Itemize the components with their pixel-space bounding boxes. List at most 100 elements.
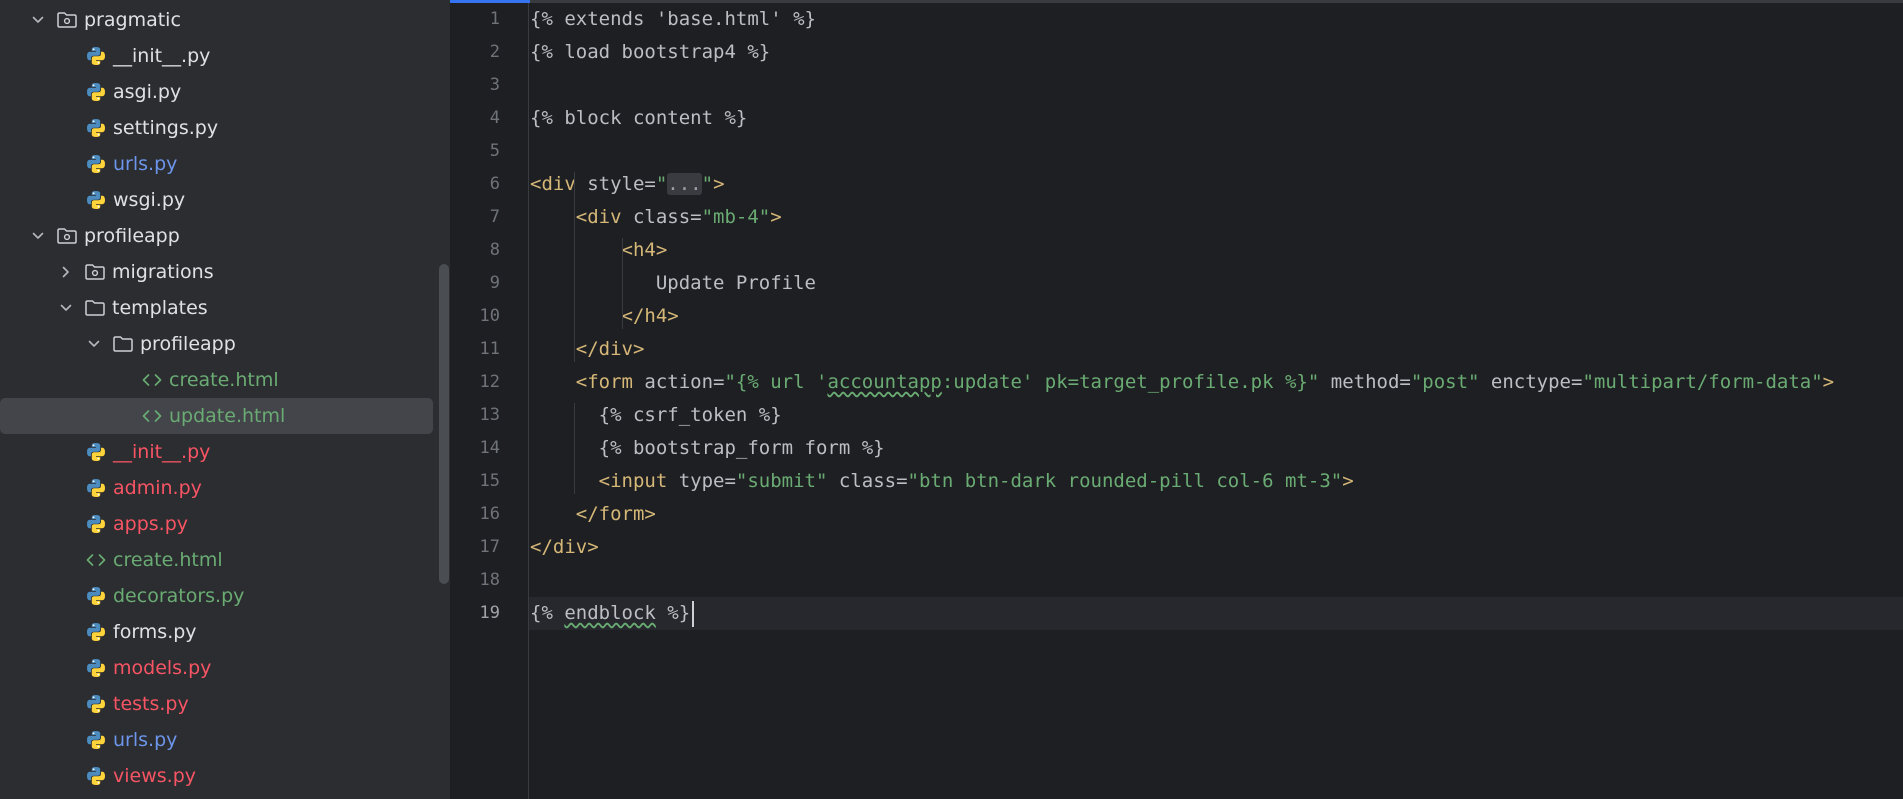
line-number: 18 xyxy=(479,570,500,590)
chevron-down-icon[interactable] xyxy=(28,226,48,246)
code-token: "multipart/form-data" xyxy=(1582,371,1823,393)
tree-item[interactable]: urls.py xyxy=(0,722,438,758)
tree-item-label: urls.py xyxy=(113,153,178,175)
line-number: 1 xyxy=(489,9,500,29)
chevron-down-icon[interactable] xyxy=(84,334,104,354)
chevron-down-icon[interactable] xyxy=(56,298,76,318)
line-number: 12 xyxy=(479,372,500,392)
tree-item-label: models.py xyxy=(113,657,212,679)
tree-item[interactable]: profileapp xyxy=(0,326,438,362)
code-token: </div> xyxy=(530,536,599,558)
code-line[interactable]: Update Profile xyxy=(530,267,816,300)
code-line[interactable]: <div style="..."> xyxy=(530,168,725,201)
gutter-divider xyxy=(528,0,529,799)
tree-item[interactable]: create.html xyxy=(0,542,438,578)
code-token: > xyxy=(770,206,782,228)
tree-item-label: create.html xyxy=(113,549,223,571)
code-token: <input xyxy=(598,470,668,492)
python-file-icon xyxy=(84,116,108,140)
project-tree-panel[interactable]: pragmatic __init__.py asgi.py settings.py ur… xyxy=(0,0,450,799)
tree-item-label: views.py xyxy=(113,765,196,787)
python-file-icon xyxy=(84,728,108,752)
code-token: "btn btn-dark rounded-pill col-6 mt-3" xyxy=(907,470,1343,492)
tree-item-label: profileapp xyxy=(84,225,180,247)
code-line[interactable]: {% load bootstrap4 %} xyxy=(530,36,770,69)
line-number: 19 xyxy=(479,603,500,623)
code-token: class= xyxy=(621,206,702,228)
code-token: <h4> xyxy=(621,239,668,261)
tree-item[interactable]: admin.py xyxy=(0,470,438,506)
tree-item[interactable]: __init__.py xyxy=(0,434,438,470)
tree-item-label: migrations xyxy=(112,261,214,283)
tree-item[interactable]: settings.py xyxy=(0,110,438,146)
code-line[interactable]: </h4> xyxy=(530,300,679,333)
line-number: 17 xyxy=(479,537,500,557)
code-line[interactable]: <h4> xyxy=(530,234,668,267)
tree-item[interactable]: asgi.py xyxy=(0,74,438,110)
tree-item[interactable]: urls.py xyxy=(0,146,438,182)
code-line[interactable]: <form action="{% url 'accountapp:update'… xyxy=(530,366,1834,399)
tree-item[interactable]: forms.py xyxy=(0,614,438,650)
line-number: 6 xyxy=(489,174,500,194)
code-line[interactable]: </div> xyxy=(530,333,645,366)
code-editor[interactable]: 1 2 3 4 5 6 7 8 9 10 11 12 13 14 15 16 17 18 19 {% extends… xyxy=(450,0,1903,799)
tree-item[interactable]: views.py xyxy=(0,758,438,794)
code-token: class= xyxy=(827,470,908,492)
code-token: > xyxy=(1822,371,1835,393)
folder-icon xyxy=(111,332,135,356)
code-line[interactable]: {% bootstrap_form form %} xyxy=(530,432,885,465)
code-token: <div xyxy=(530,173,576,195)
tree-item-label: settings.py xyxy=(113,117,219,139)
tree-item[interactable]: tests.py xyxy=(0,686,438,722)
tree-item[interactable]: apps.py xyxy=(0,506,438,542)
package-folder-icon xyxy=(55,8,79,32)
code-line[interactable]: </div> xyxy=(530,531,599,564)
line-number: 10 xyxy=(479,306,500,326)
code-token: "{% url ' xyxy=(724,371,828,393)
line-number: 2 xyxy=(489,42,500,62)
tree-item-label: apps.py xyxy=(113,513,189,535)
code-line[interactable]: {% block content %} xyxy=(530,102,747,135)
tree-item-label: decorators.py xyxy=(113,585,245,607)
code-line[interactable]: <input type="submit" class="btn btn-dark… xyxy=(530,465,1354,498)
code-line[interactable]: {% extends 'base.html' %} xyxy=(530,3,816,36)
tree-item[interactable]: update.html xyxy=(0,398,433,434)
code-token: <form xyxy=(575,371,633,393)
code-line[interactable]: {% endblock %} xyxy=(530,597,690,630)
project-tree-scrollbar-thumb[interactable] xyxy=(439,264,449,584)
tree-item[interactable]: profileapp xyxy=(0,218,438,254)
tree-item[interactable]: pragmatic xyxy=(0,2,438,38)
tree-item-label: urls.py xyxy=(113,729,178,751)
code-token: <div xyxy=(575,206,622,228)
folded-code-placeholder[interactable]: ... xyxy=(667,173,702,195)
code-line[interactable]: {% csrf_token %} xyxy=(530,399,782,432)
tree-item[interactable]: __init__.py xyxy=(0,38,438,74)
code-line[interactable]: <div class="mb-4"> xyxy=(530,201,782,234)
tree-item[interactable]: create.html xyxy=(0,362,438,398)
tree-item-label: asgi.py xyxy=(113,81,182,103)
code-token: "mb-4" xyxy=(701,206,771,228)
tree-item[interactable]: decorators.py xyxy=(0,578,438,614)
chevron-down-icon[interactable] xyxy=(28,10,48,30)
tree-item[interactable]: migrations xyxy=(0,254,438,290)
line-number: 14 xyxy=(479,438,500,458)
code-token: {% load bootstrap4 %} xyxy=(530,41,771,63)
tree-item-label: __init__.py xyxy=(113,45,211,67)
tree-item-label: tests.py xyxy=(113,693,189,715)
tree-item[interactable]: models.py xyxy=(0,650,438,686)
tree-item-label: create.html xyxy=(169,369,279,391)
python-file-icon xyxy=(84,692,108,716)
python-file-icon xyxy=(84,152,108,176)
code-line[interactable]: </form> xyxy=(530,498,656,531)
package-folder-icon xyxy=(55,224,79,248)
tree-item-label: profileapp xyxy=(140,333,236,355)
chevron-right-icon[interactable] xyxy=(56,262,76,282)
code-token: > xyxy=(713,173,725,195)
tree-item[interactable]: templates xyxy=(0,290,438,326)
tree-item[interactable]: wsgi.py xyxy=(0,182,438,218)
